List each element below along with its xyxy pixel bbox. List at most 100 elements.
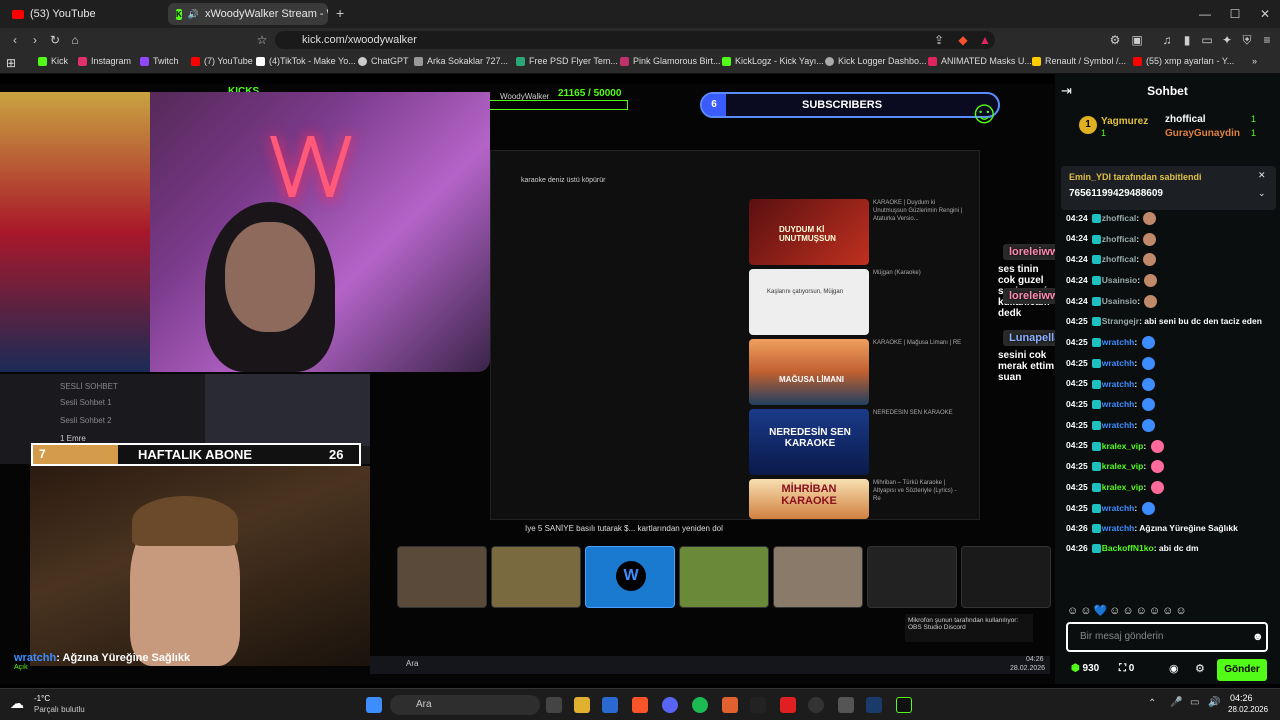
bookmark-pink[interactable]: Pink Glamorous Birt... — [620, 56, 721, 66]
bookmark-youtube[interactable]: (7) YouTube — [191, 56, 253, 66]
viewer-display[interactable]: ⛶ 0 — [1119, 663, 1134, 674]
obs-icon[interactable] — [808, 697, 824, 713]
pinned-message[interactable]: Emin_YDI tarafından sabitlendi 765611994… — [1061, 166, 1276, 210]
bookmark-renault[interactable]: Renault / Symbol /... — [1032, 56, 1126, 66]
chat-bubble-icon[interactable]: ◉ — [1169, 662, 1179, 675]
menu-icon[interactable]: ≡ — [1258, 31, 1276, 49]
bookmark-psd-flyer[interactable]: Free PSD Flyer Tem... — [516, 56, 618, 66]
bookmark-label: Pink Glamorous Birt... — [633, 56, 721, 66]
brave-rewards-icon[interactable]: ▲ — [976, 31, 994, 49]
message-user[interactable]: wratchh — [1102, 523, 1135, 533]
task-view-icon[interactable] — [546, 697, 562, 713]
bookmark-chatgpt[interactable]: ChatGPT — [358, 56, 409, 66]
file-explorer-icon[interactable] — [574, 697, 590, 713]
message-user[interactable]: Strangejr — [1102, 316, 1139, 326]
windows-start-icon[interactable] — [366, 697, 382, 713]
weather-icon[interactable]: ☁ — [10, 695, 24, 712]
forward-icon[interactable]: › — [26, 31, 44, 49]
tab-youtube[interactable]: (53) YouTube — [4, 3, 164, 25]
tab-kick[interactable]: K 🔊 xWoodyWalker Stream - Wat ✕ — [168, 3, 328, 25]
message-user[interactable]: wratchh — [1102, 337, 1135, 347]
kick-app-icon[interactable] — [896, 697, 912, 713]
network-icon[interactable]: ▭ — [1190, 697, 1199, 708]
bookmark-arka-sokaklar[interactable]: Arka Sokaklar 727... — [414, 56, 508, 66]
message-user[interactable]: wratchh — [1102, 378, 1135, 388]
chat-message: 04:24 Usainsio: — [1066, 274, 1158, 288]
message-user[interactable]: kralex_vip — [1102, 482, 1144, 492]
message-user[interactable]: zhoffical — [1102, 233, 1136, 243]
message-user[interactable]: wratchh — [1102, 420, 1135, 430]
bookmark-tiktok[interactable]: (4)TikTok - Make Yo... — [256, 56, 356, 66]
close-window-button[interactable]: ✕ — [1248, 0, 1280, 28]
goal-bar: WoodyWalker 21165 / 50000 — [480, 86, 628, 112]
gold-medal-icon: 1 — [1079, 116, 1097, 134]
brave-shield-icon[interactable]: ◆ — [954, 31, 972, 49]
maximize-button[interactable]: ☐ — [1218, 0, 1252, 28]
sub-badge-icon — [1091, 462, 1101, 472]
gear-app-icon[interactable] — [838, 697, 854, 713]
wallet-icon[interactable]: ▭ — [1198, 31, 1216, 49]
bookmark-xmp[interactable]: (55) xmp ayarları - Y... — [1133, 56, 1234, 66]
steam-icon[interactable] — [866, 697, 882, 713]
brave-icon[interactable] — [632, 697, 648, 713]
settings-icon[interactable]: ⚙ — [1195, 662, 1205, 675]
more-bookmarks-icon[interactable]: » — [1252, 56, 1257, 66]
message-user[interactable]: Usainsio — [1102, 275, 1137, 285]
sidebar-icon[interactable]: ▮ — [1178, 31, 1196, 49]
emoji-picker-icon[interactable]: ☻ — [1252, 624, 1264, 650]
bookmark-kick[interactable]: Kick — [38, 56, 68, 66]
send-button[interactable]: Gönder — [1217, 659, 1267, 681]
bookmark-instagram[interactable]: Instagram — [78, 56, 131, 66]
url-field[interactable]: kick.com/xwoodywalker — [275, 31, 995, 49]
message-user[interactable]: Usainsio — [1102, 296, 1137, 306]
share-icon[interactable]: ⇪ — [930, 31, 948, 49]
leo-icon[interactable]: ✦ — [1218, 31, 1236, 49]
message-user[interactable]: wratchh — [1102, 358, 1135, 368]
message-user[interactable]: kralex_vip — [1102, 461, 1144, 471]
apps-icon[interactable]: ⊞ — [6, 56, 16, 70]
extensions-icon[interactable]: ⚙ — [1106, 31, 1124, 49]
message-time: 04:25 — [1066, 461, 1088, 472]
new-tab-button[interactable]: + — [336, 5, 344, 21]
bookmark-kick-logger[interactable]: Kick Logger Dashbo... — [825, 56, 927, 66]
minimize-button[interactable]: — — [1188, 0, 1222, 28]
bookmark-twitch[interactable]: Twitch — [140, 56, 179, 66]
clock-date[interactable]: 28.02.2026 — [1228, 705, 1268, 714]
points-display[interactable]: ⬢ 930 — [1071, 663, 1099, 674]
store-icon[interactable] — [602, 697, 618, 713]
bookmark-icon[interactable]: ☆ — [253, 31, 271, 49]
stream-video[interactable]: KICKS WoodyWalker 21165 / 50000 6 SUBSCR… — [0, 84, 1055, 684]
message-user[interactable]: wratchh — [1102, 399, 1135, 409]
unpin-icon[interactable]: ✕ — [1258, 170, 1266, 181]
chat-input[interactable]: Bir mesaj gönderin ☻ — [1066, 622, 1268, 652]
media-icon[interactable]: ♫ — [1158, 31, 1176, 49]
message-user[interactable]: zhoffical — [1102, 254, 1136, 264]
message-user[interactable]: wratchh — [1102, 503, 1135, 513]
mic-icon[interactable]: 🎤 — [1170, 697, 1182, 708]
screenshot-icon[interactable]: ▣ — [1128, 31, 1146, 49]
home-icon[interactable]: ⌂ — [66, 31, 84, 49]
message-user[interactable]: kralex_vip — [1102, 440, 1144, 450]
yt-thumb-text: MİHRİBAN KARAOKE — [781, 483, 837, 507]
taskbar-search[interactable]: Ara — [390, 695, 540, 715]
discord-icon[interactable] — [662, 697, 678, 713]
clock-time[interactable]: 04:26 — [1230, 693, 1253, 703]
spotify-icon[interactable] — [692, 697, 708, 713]
app-icon[interactable] — [722, 697, 738, 713]
emote-icon — [1141, 398, 1155, 412]
bookmark-kicklogz[interactable]: KickLogz - Kick Yayı... — [722, 56, 824, 66]
vpn-icon[interactable]: ⛨ — [1238, 31, 1256, 49]
reload-icon[interactable]: ↻ — [46, 31, 64, 49]
back-icon[interactable]: ‹ — [6, 31, 24, 49]
volume-icon[interactable]: 🔊 — [1208, 697, 1220, 708]
chevron-down-icon[interactable]: ⌄ — [1258, 188, 1266, 199]
chat-message: 04:24 zhoffical: — [1066, 253, 1157, 267]
next-icon[interactable] — [750, 697, 766, 713]
emote-quickbar[interactable]: ☺☺💙☺☺☺☺☺☺ — [1067, 604, 1267, 618]
tray-chevron-icon[interactable]: ⌃ — [1148, 698, 1156, 709]
opera-icon[interactable] — [780, 697, 796, 713]
message-user[interactable]: zhoffical — [1102, 213, 1136, 223]
bookmark-animated-masks[interactable]: ANIMATED Masks U... — [928, 56, 1032, 66]
message-user[interactable]: BackoffN1ko — [1102, 543, 1154, 553]
guest-webcam — [30, 466, 370, 666]
